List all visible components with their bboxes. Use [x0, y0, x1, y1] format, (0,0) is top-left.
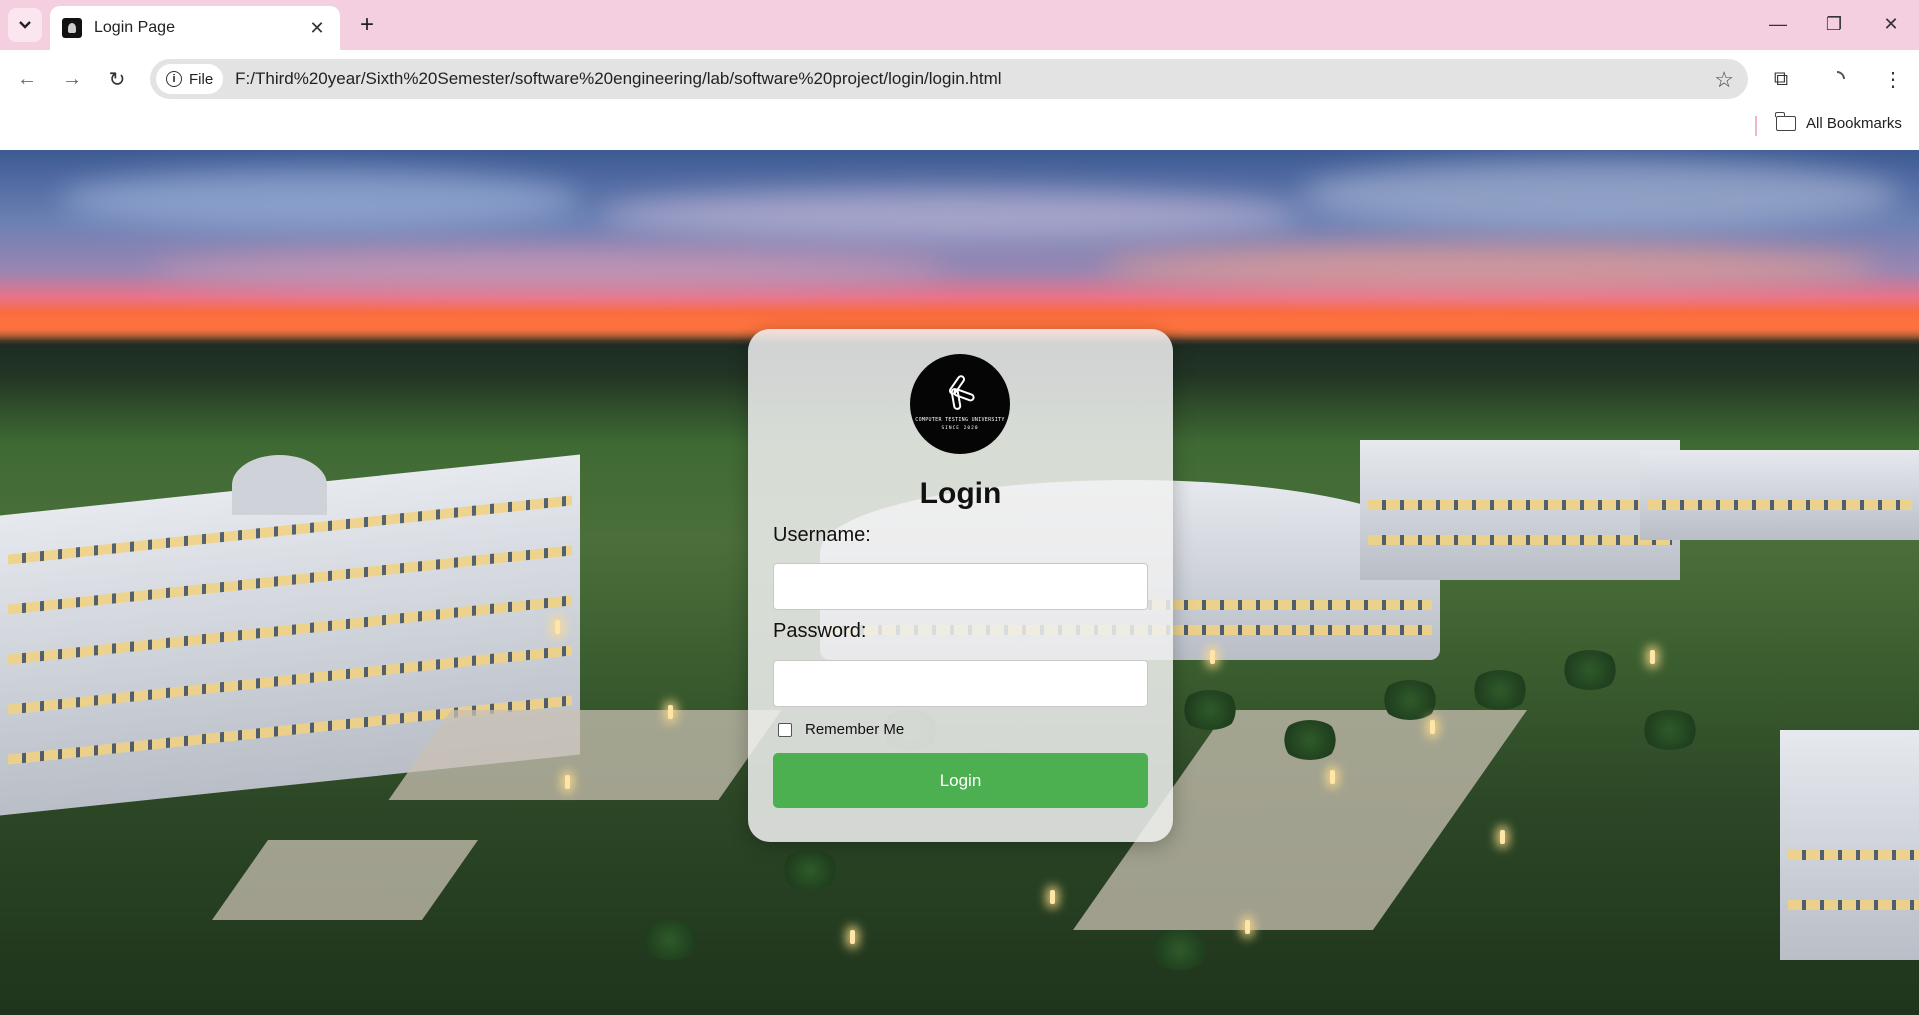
tab-favicon-icon [62, 18, 82, 38]
logo-subtext: SINCE 2020 [941, 426, 979, 431]
extensions-icon[interactable]: ⧉ [1766, 64, 1796, 94]
logo-mark-icon [943, 373, 977, 411]
bookmarks-divider [1755, 116, 1757, 136]
bookmarks-bar: All Bookmarks [0, 108, 1919, 150]
logo-text: COMPUTER TESTING UNIVERSITY [915, 417, 1005, 423]
remember-me-checkbox[interactable] [778, 722, 792, 737]
site-info-chip[interactable]: i File [156, 64, 224, 94]
username-input[interactable] [773, 563, 1148, 610]
reload-button[interactable]: ↻ [100, 62, 134, 96]
all-bookmarks-button[interactable]: All Bookmarks [1775, 112, 1902, 132]
minimize-button[interactable]: — [1758, 8, 1798, 40]
info-icon: i [166, 71, 182, 87]
url-text[interactable]: F:/Third%20year/Sixth%20Semester/softwar… [235, 69, 1001, 89]
tab-title: Login Page [94, 19, 175, 36]
browser-menu-icon[interactable]: ⋮ [1878, 64, 1908, 94]
site-info-label: File [189, 70, 214, 88]
username-label: Username: [773, 524, 871, 546]
browser-tab-login-page[interactable]: Login Page ✕ [50, 6, 340, 50]
browser-toolbar: ← → ↻ i File F:/Third%20year/Sixth%20Sem… [0, 50, 1919, 108]
bookmark-star-icon[interactable]: ☆ [1714, 67, 1734, 93]
login-button[interactable]: Login [773, 753, 1148, 808]
folder-icon [1775, 112, 1796, 131]
tab-close-icon[interactable]: ✕ [306, 17, 328, 39]
tab-search-chevron-icon[interactable] [8, 8, 42, 42]
forward-button[interactable]: → [55, 62, 89, 96]
password-label: Password: [773, 620, 867, 642]
login-title: Login [919, 477, 1002, 510]
all-bookmarks-label: All Bookmarks [1806, 115, 1902, 132]
close-window-button[interactable]: ✕ [1871, 8, 1911, 40]
address-bar[interactable]: i File F:/Third%20year/Sixth%20Semester/… [150, 59, 1748, 99]
remember-me-label: Remember Me [805, 721, 905, 738]
restore-button[interactable]: ❐ [1814, 8, 1854, 40]
remember-me-row[interactable]: Remember Me [778, 721, 904, 738]
login-card: COMPUTER TESTING UNIVERSITY SINCE 2020 L… [748, 329, 1173, 842]
password-input[interactable] [773, 660, 1148, 707]
tab-strip: Login Page ✕ + — ❐ ✕ [0, 0, 1919, 50]
back-button[interactable]: ← [10, 62, 44, 96]
university-logo: COMPUTER TESTING UNIVERSITY SINCE 2020 [910, 354, 1010, 454]
new-tab-button[interactable]: + [352, 10, 382, 40]
loading-spinner-icon[interactable] [1822, 64, 1852, 94]
